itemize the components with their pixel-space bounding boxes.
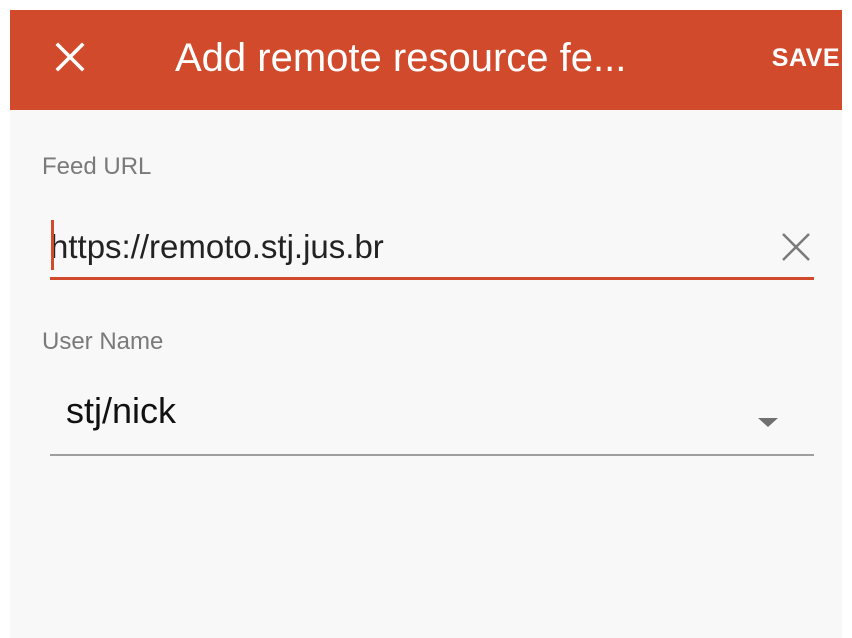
user-name-value: stj/nick <box>66 390 177 431</box>
user-name-underline <box>50 454 814 456</box>
feed-url-underline <box>50 277 814 280</box>
user-name-select[interactable]: stj/nick <box>50 385 814 456</box>
dropdown-arrow-icon <box>758 418 778 427</box>
feed-url-label: Feed URL <box>42 153 152 180</box>
close-icon <box>48 35 92 79</box>
save-button[interactable]: SAVE <box>770 38 842 78</box>
user-name-label: User Name <box>42 328 164 355</box>
page-title: Add remote resource fe... <box>175 36 627 80</box>
feed-url-input[interactable] <box>50 222 750 272</box>
clear-url-button[interactable] <box>778 229 814 265</box>
close-button[interactable] <box>48 35 92 79</box>
app-bar: Add remote resource fe... SAVE <box>10 10 842 110</box>
clear-icon <box>778 229 814 265</box>
screen: Add remote resource fe... SAVE Feed URL … <box>10 10 842 638</box>
text-cursor <box>51 220 54 270</box>
